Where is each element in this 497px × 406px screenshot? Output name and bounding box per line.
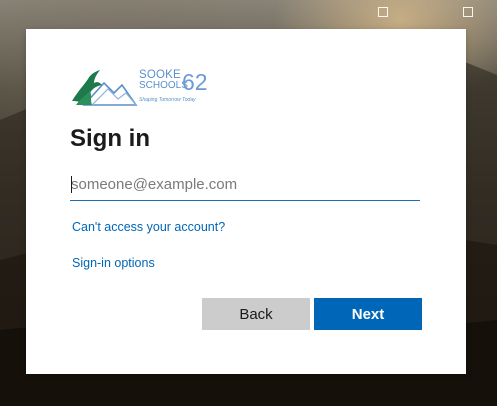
back-button[interactable]: Back bbox=[202, 298, 310, 330]
signin-card: SOOKE SCHOOLS 62 Shaping Tomorrow Today … bbox=[26, 29, 466, 374]
signin-options-link[interactable]: Sign-in options bbox=[72, 255, 155, 271]
email-field[interactable] bbox=[70, 170, 420, 199]
cant-access-account-link[interactable]: Can't access your account? bbox=[72, 219, 225, 235]
logo-mountain-tree-icon bbox=[72, 70, 138, 106]
page-title: Sign in bbox=[70, 125, 150, 152]
email-field-container bbox=[70, 170, 420, 201]
school-logo: SOOKE SCHOOLS 62 Shaping Tomorrow Today bbox=[70, 69, 215, 109]
logo-text-schools: SCHOOLS bbox=[139, 80, 188, 91]
next-button[interactable]: Next bbox=[314, 298, 422, 330]
text-cursor bbox=[71, 176, 72, 193]
logo-number: 62 bbox=[182, 69, 208, 95]
window-icon bbox=[378, 7, 388, 17]
window-icon bbox=[463, 7, 473, 17]
logo-tagline: Shaping Tomorrow Today bbox=[139, 97, 196, 103]
